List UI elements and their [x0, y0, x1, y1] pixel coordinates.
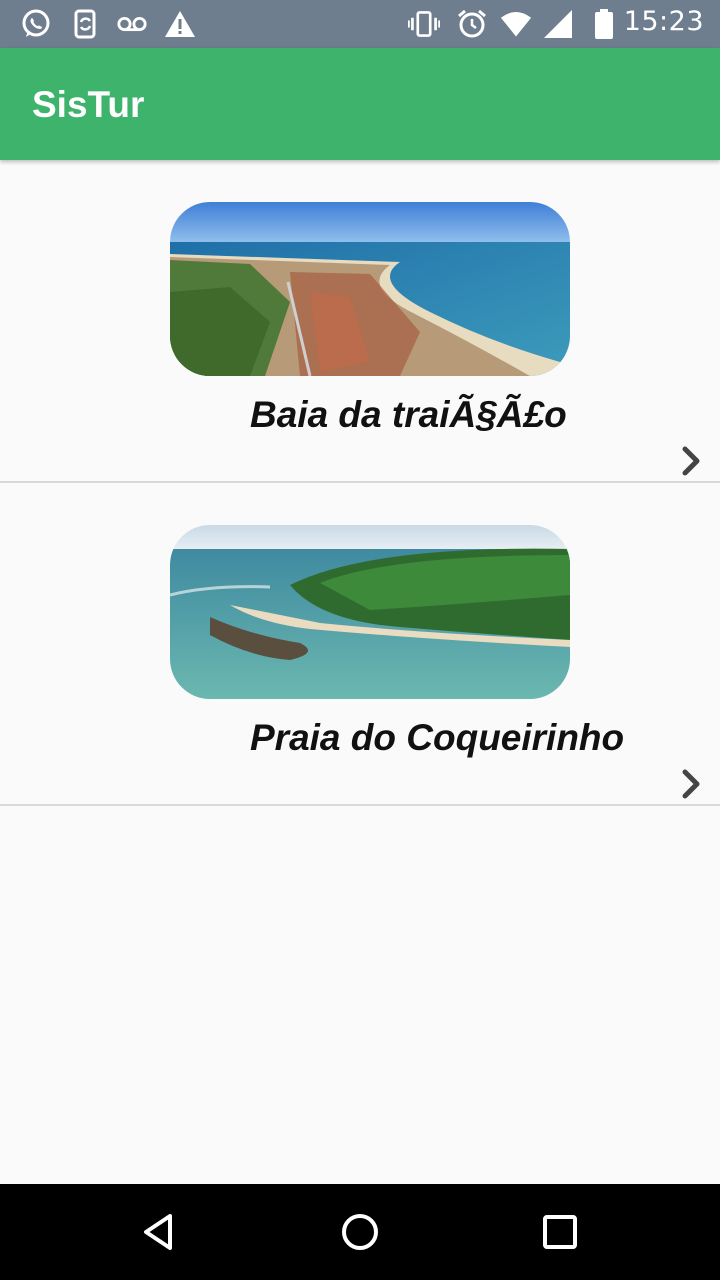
signal-icon	[542, 8, 574, 40]
warning-icon	[164, 8, 196, 40]
place-image	[170, 525, 570, 699]
voicemail-icon	[116, 8, 148, 40]
list-item[interactable]: Baia da traiÃ§Ã£o	[0, 160, 720, 483]
alarm-icon	[456, 8, 488, 40]
whatsapp-icon	[20, 8, 52, 40]
navigation-bar	[0, 1184, 720, 1280]
battery-icon	[588, 8, 620, 40]
chevron-right-icon[interactable]	[678, 767, 706, 801]
clock: 15:23	[623, 6, 704, 37]
places-list: Baia da traiÃ§Ã£o Praia do Coqueirinho	[0, 160, 720, 806]
phone-sync-icon	[70, 8, 102, 40]
place-image	[170, 202, 570, 376]
recents-icon[interactable]	[536, 1208, 584, 1256]
chevron-right-icon[interactable]	[678, 444, 706, 478]
wifi-icon	[500, 8, 532, 40]
home-icon[interactable]	[336, 1208, 384, 1256]
back-icon[interactable]	[136, 1208, 184, 1256]
app-bar: SisTur	[0, 48, 720, 160]
list-item[interactable]: Praia do Coqueirinho	[0, 483, 720, 806]
vibrate-icon	[408, 8, 440, 40]
place-title: Praia do Coqueirinho	[250, 717, 625, 758]
app-title: SisTur	[32, 84, 145, 125]
place-title: Baia da traiÃ§Ã£o	[250, 394, 567, 435]
status-bar: 15:23	[0, 0, 720, 48]
